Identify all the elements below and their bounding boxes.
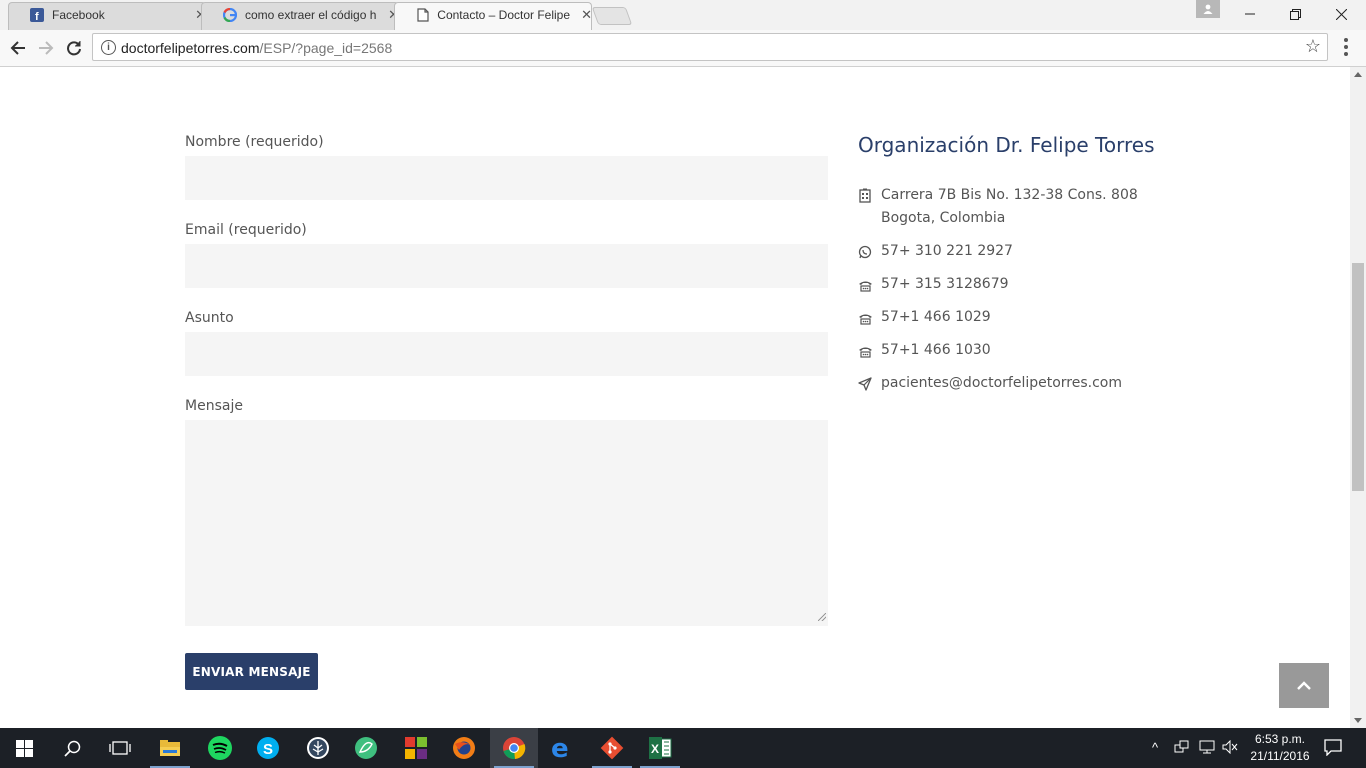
email-field[interactable] (185, 244, 828, 288)
edge-icon[interactable]: e (538, 728, 586, 768)
address-bar[interactable]: i doctorfelipetorres.com/ESP/?page_id=25… (92, 33, 1328, 61)
volume-muted-icon[interactable] (1222, 739, 1238, 757)
svg-text:S: S (263, 741, 273, 758)
paper-plane-icon (858, 376, 874, 392)
message-field[interactable] (185, 420, 828, 626)
facebook-icon: f (30, 8, 44, 22)
phone-number-3: 57+1 466 1030 (881, 342, 991, 358)
phone-number-1: 57+ 315 3128679 (881, 276, 1009, 292)
scroll-down-arrow-icon[interactable] (1354, 718, 1362, 723)
tab-facebook[interactable]: f Facebook ✕ (8, 0, 206, 30)
firefox-icon[interactable] (440, 728, 488, 768)
menu-icon[interactable] (1344, 38, 1348, 59)
task-view-icon[interactable] (96, 728, 144, 768)
whatsapp-icon (858, 244, 874, 260)
svg-text:X: X (651, 742, 659, 756)
restore-button[interactable] (1272, 0, 1318, 28)
scrollbar-thumb[interactable] (1352, 263, 1364, 491)
email-label: Email (requerido) (185, 222, 307, 238)
building-icon (858, 188, 874, 204)
info-icon[interactable]: i (101, 40, 116, 55)
tab-title: Contacto – Doctor Felipe (437, 8, 571, 22)
submit-button[interactable]: ENVIAR MENSAJE (185, 653, 318, 690)
phone-number-2: 57+1 466 1029 (881, 309, 991, 325)
notifications-icon[interactable] (1324, 739, 1342, 759)
browser-toolbar: i doctorfelipetorres.com/ESP/?page_id=25… (0, 30, 1366, 67)
svg-text:f: f (35, 11, 39, 22)
chevron-up-tray-icon[interactable]: ^ (1152, 740, 1158, 755)
chrome-icon[interactable] (490, 728, 538, 768)
clock-time: 6:53 p.m. (1254, 732, 1306, 746)
clock-date: 21/11/2016 (1250, 749, 1310, 763)
app-tiles-icon[interactable] (392, 728, 440, 768)
message-label: Mensaje (185, 398, 243, 414)
back-button[interactable] (6, 36, 30, 60)
chevron-up-icon (1297, 681, 1311, 690)
minimize-button[interactable] (1227, 0, 1273, 28)
file-explorer-icon[interactable] (146, 728, 194, 768)
address-line-2: Bogota, Colombia (881, 210, 1006, 226)
bookmark-star-icon[interactable]: ☆ (1305, 36, 1321, 57)
git-icon[interactable] (588, 728, 636, 768)
url-text: doctorfelipetorres.com/ESP/?page_id=2568 (121, 40, 393, 56)
forward-button[interactable] (34, 36, 58, 60)
excel-icon[interactable]: X (636, 728, 684, 768)
search-icon[interactable] (48, 728, 96, 768)
scroll-up-arrow-icon[interactable] (1354, 72, 1362, 77)
tab-title: Facebook (52, 8, 105, 22)
clock[interactable]: 6:53 p.m. 21/11/2016 (1244, 731, 1316, 765)
windows-taskbar: S e X ^ 6:53 p.m. 21/11/2016 (0, 728, 1366, 768)
google-icon (223, 8, 237, 22)
network-icon[interactable] (1174, 740, 1190, 757)
phone-icon (858, 343, 874, 359)
whatsapp-number: 57+ 310 221 2927 (881, 243, 1013, 259)
reload-button[interactable] (62, 36, 86, 60)
phone-icon (858, 310, 874, 326)
windows-start-icon[interactable] (0, 728, 48, 768)
app-leaf-icon[interactable] (342, 728, 390, 768)
address-line-1: Carrera 7B Bis No. 132-38 Cons. 808 (881, 187, 1138, 203)
skype-icon[interactable]: S (244, 728, 292, 768)
phone-icon (858, 277, 874, 293)
name-label: Nombre (requerido) (185, 134, 324, 150)
page-content: Nombre (requerido) Email (requerido) Asu… (0, 67, 1350, 728)
back-to-top-button[interactable] (1279, 663, 1329, 708)
close-icon[interactable]: ✕ (581, 7, 592, 23)
page-icon (416, 8, 429, 22)
subject-label: Asunto (185, 310, 234, 326)
tab-contacto[interactable]: Contacto – Doctor Felipe ✕ (394, 0, 592, 30)
monitor-icon[interactable] (1199, 740, 1215, 757)
tab-google-search[interactable]: como extraer el código h ✕ (201, 0, 399, 30)
profile-icon[interactable] (1196, 0, 1220, 18)
email-address[interactable]: pacientes@doctorfelipetorres.com (881, 372, 1122, 395)
organization-title: Organización Dr. Felipe Torres (858, 133, 1155, 157)
subject-field[interactable] (185, 332, 828, 376)
vertical-scrollbar[interactable] (1350, 67, 1366, 728)
browser-tab-strip: f Facebook ✕ como extraer el código h ✕ … (0, 0, 1366, 30)
close-window-button[interactable] (1318, 0, 1364, 28)
new-tab-button[interactable] (591, 7, 633, 25)
svg-text:e: e (551, 737, 569, 759)
resize-handle-icon[interactable] (818, 613, 826, 621)
app-tree-icon[interactable] (294, 728, 342, 768)
spotify-icon[interactable] (196, 728, 244, 768)
name-field[interactable] (185, 156, 828, 200)
tab-title: como extraer el código h (245, 8, 377, 22)
